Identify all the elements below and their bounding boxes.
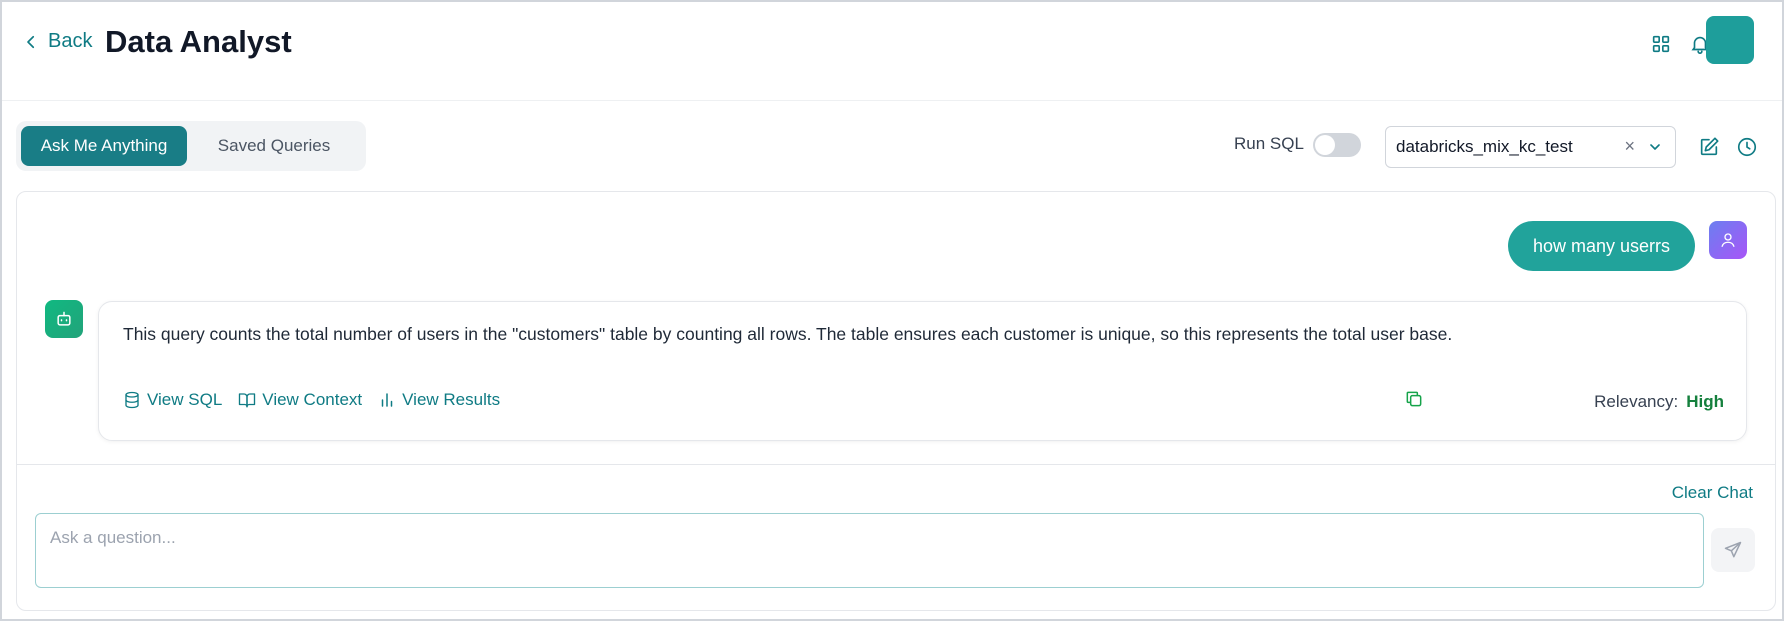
book-open-icon (239, 393, 256, 408)
relevancy-value: High (1686, 392, 1724, 411)
header: Back Data Analyst (2, 2, 1782, 101)
divider (17, 464, 1775, 465)
profile-avatar[interactable] (1706, 16, 1754, 64)
send-button[interactable] (1711, 528, 1755, 572)
view-context-label: View Context (262, 390, 363, 409)
back-label: Back (48, 30, 93, 52)
run-sql-toggle[interactable] (1313, 133, 1361, 157)
bot-message: This query counts the total number of us… (123, 324, 1453, 344)
clear-selection-icon[interactable]: × (1624, 136, 1635, 157)
copy-icon[interactable] (1404, 389, 1424, 409)
grid-icon[interactable] (1650, 33, 1672, 55)
response-actions: View SQL View Context View Results (123, 390, 500, 410)
clock-icon[interactable] (1736, 136, 1758, 158)
question-input[interactable] (35, 513, 1704, 588)
back-button[interactable]: Back (22, 30, 92, 53)
bot-icon (57, 311, 71, 326)
page-title: Data Analyst (105, 24, 292, 59)
user-avatar (1709, 221, 1747, 259)
edit-icon[interactable] (1698, 136, 1720, 158)
chat-panel: how many userrs This query counts the to… (16, 191, 1776, 611)
datasource-select[interactable]: databricks_mix_kc_test × (1385, 126, 1676, 168)
view-results-button[interactable]: View Results (378, 390, 500, 410)
chevron-down-icon[interactable] (1647, 139, 1663, 155)
user-icon (1721, 233, 1735, 247)
tab-saved-queries[interactable]: Saved Queries (187, 126, 361, 166)
relevancy: Relevancy: High (1594, 392, 1724, 412)
view-sql-label: View SQL (147, 390, 223, 409)
bot-avatar (45, 300, 83, 338)
app-window: Back Data Analyst Ask Me Anything Saved … (0, 0, 1784, 621)
tab-bar: Ask Me Anything Saved Queries (16, 121, 366, 171)
send-icon (1724, 541, 1742, 558)
clear-chat-button[interactable]: Clear Chat (1672, 483, 1753, 503)
tab-ask-me-anything[interactable]: Ask Me Anything (21, 126, 188, 166)
view-results-label: View Results (402, 390, 501, 409)
bot-response-card: This query counts the total number of us… (98, 301, 1747, 441)
run-sql-label: Run SQL (1234, 134, 1304, 153)
bar-chart-icon (381, 393, 393, 407)
chevron-left-icon (27, 35, 35, 48)
view-context-button[interactable]: View Context (238, 390, 362, 410)
view-sql-button[interactable]: View SQL (123, 390, 222, 410)
database-icon (125, 391, 139, 409)
user-message: how many userrs (1507, 221, 1695, 271)
relevancy-label: Relevancy: (1594, 392, 1679, 411)
